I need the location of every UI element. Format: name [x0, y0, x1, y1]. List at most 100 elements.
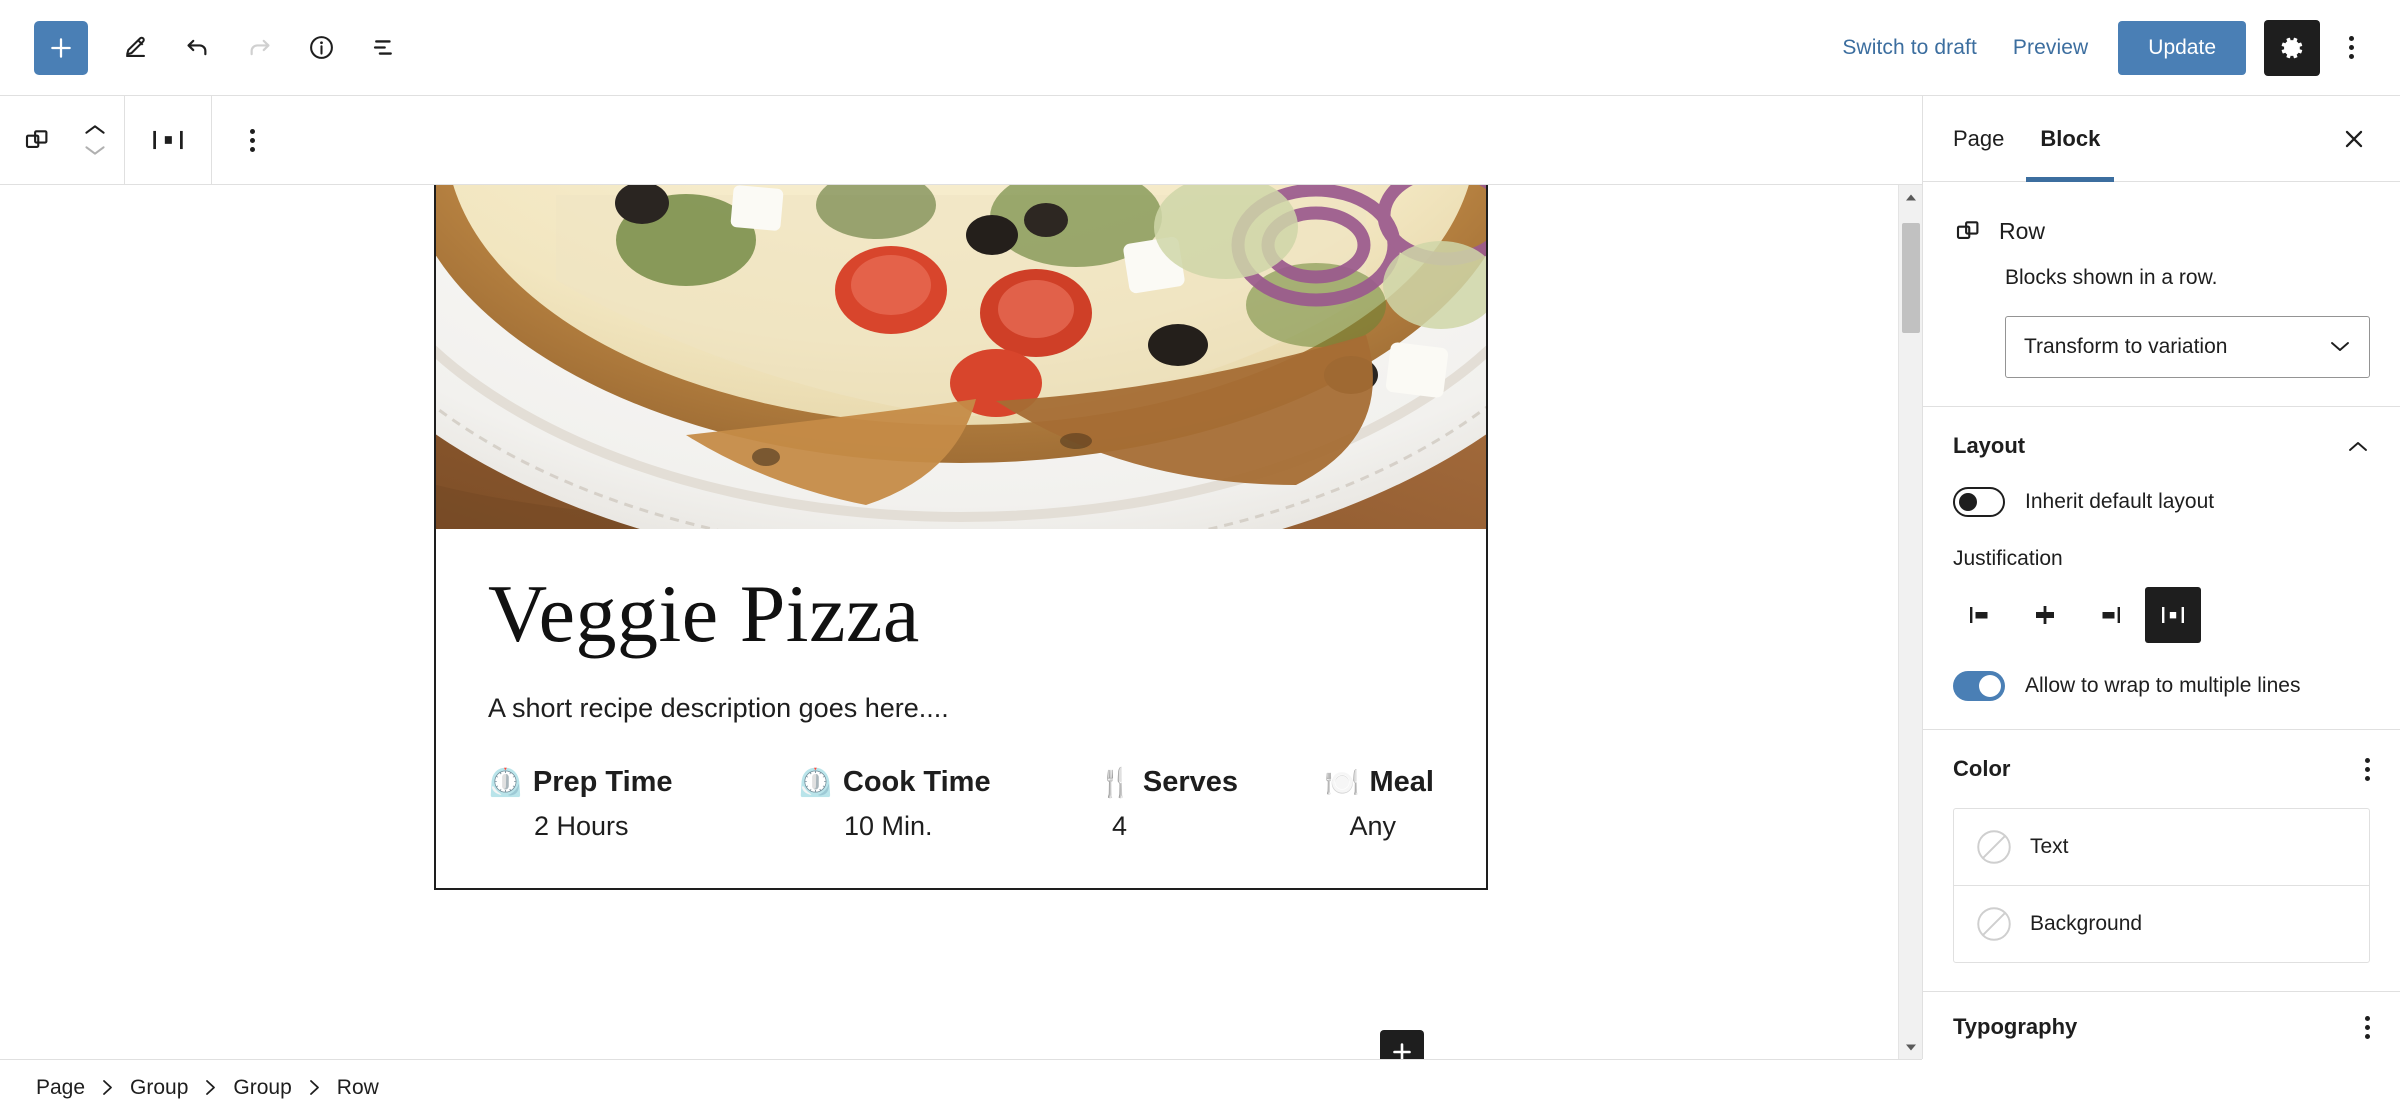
- recipe-meta-row: ⏲️ Prep Time 2 Hours ⏲️ Cook Time 10 Min…: [488, 766, 1434, 842]
- block-appender-button[interactable]: [1380, 1030, 1424, 1059]
- plate-emoji: 🍽️: [1324, 766, 1360, 798]
- tab-block[interactable]: Block: [2022, 96, 2118, 182]
- justification-button[interactable]: [125, 105, 211, 175]
- redo-icon: [250, 39, 270, 56]
- block-mover[interactable]: [66, 105, 124, 175]
- update-button[interactable]: Update: [2118, 20, 2246, 75]
- color-option-label: Background: [2030, 912, 2143, 935]
- meta-label: 🍽️ Meal: [1318, 766, 1434, 799]
- row-block-icon: [25, 130, 48, 148]
- meta-item-prep-time[interactable]: ⏲️ Prep Time 2 Hours: [488, 766, 798, 842]
- typography-options-button[interactable]: [2365, 1015, 2370, 1039]
- color-option-text[interactable]: Text: [1954, 809, 2369, 885]
- allow-wrap-row[interactable]: Allow to wrap to multiple lines: [1953, 671, 2370, 701]
- scrollbar-up-button[interactable]: [1899, 185, 1923, 209]
- undo-button[interactable]: [168, 19, 226, 77]
- justify-right-button[interactable]: [2081, 587, 2137, 643]
- transform-select-value: Transform to variation: [2024, 335, 2228, 358]
- chevron-up-icon[interactable]: [82, 122, 108, 137]
- scroll-down-icon: [1906, 1044, 1916, 1050]
- close-sidebar-button[interactable]: [2330, 115, 2378, 163]
- recipe-title[interactable]: Veggie Pizza: [488, 570, 1434, 657]
- tab-page[interactable]: Page: [1935, 96, 2022, 182]
- block-type-button[interactable]: [8, 105, 66, 175]
- scrollbar-down-button[interactable]: [1899, 1035, 1923, 1059]
- pencil-icon: [125, 36, 145, 58]
- color-section: Color Text Background: [1923, 730, 2400, 992]
- meta-item-cook-time[interactable]: ⏲️ Cook Time 10 Min.: [798, 766, 1098, 842]
- meta-value: 4: [1112, 811, 1128, 842]
- list-view-button[interactable]: [354, 19, 412, 77]
- info-icon: [309, 36, 333, 59]
- header-left-tools: [0, 19, 412, 77]
- kebab-menu-icon: [2365, 757, 2370, 781]
- chevron-right-icon: [101, 1079, 114, 1096]
- chevron-down-icon: [2329, 335, 2351, 359]
- fork-knife-emoji: 🍴: [1098, 766, 1133, 798]
- chevron-right-icon: [204, 1079, 217, 1096]
- justify-left-button[interactable]: [1953, 587, 2009, 643]
- details-info-button[interactable]: [292, 19, 350, 77]
- header-right-actions: Switch to draft Preview Update: [1824, 19, 2400, 76]
- breadcrumb-item-page[interactable]: Page: [36, 1076, 85, 1100]
- block-options-button[interactable]: [212, 105, 292, 175]
- recipe-photo[interactable]: [436, 185, 1486, 529]
- color-section-header: Color: [1953, 756, 2370, 782]
- tools-pencil-button[interactable]: [106, 19, 164, 77]
- justify-space-between-button[interactable]: [2145, 587, 2201, 643]
- allow-wrap-toggle[interactable]: [1953, 671, 2005, 701]
- justify-space-between-icon: [153, 130, 183, 150]
- meta-item-serves[interactable]: 🍴 Serves 4: [1098, 766, 1318, 842]
- editor-column: Veggie Pizza A short recipe description …: [0, 95, 1922, 1059]
- inherit-default-layout-row[interactable]: Inherit default layout: [1953, 487, 2370, 517]
- layout-section-header: Layout: [1953, 433, 2370, 459]
- recipe-description[interactable]: A short recipe description goes here....: [488, 693, 1434, 724]
- meta-label: 🍴 Serves: [1098, 766, 1318, 799]
- add-block-inserter-button[interactable]: [34, 20, 88, 75]
- list-view-icon: [373, 40, 392, 55]
- meta-item-meal[interactable]: 🍽️ Meal Any: [1318, 766, 1434, 842]
- kebab-menu-icon: [2348, 36, 2354, 59]
- scrollbar-thumb[interactable]: [1902, 223, 1920, 333]
- editor-scrollbar[interactable]: [1898, 185, 1922, 1059]
- redo-button[interactable]: [230, 19, 288, 77]
- color-option-label: Text: [2030, 835, 2069, 858]
- recipe-card-body: Veggie Pizza A short recipe description …: [436, 529, 1486, 888]
- inherit-default-layout-toggle[interactable]: [1953, 487, 2005, 517]
- typography-section: Typography: [1923, 992, 2400, 1059]
- none-circle-icon: [1977, 907, 2011, 941]
- typography-section-header: Typography: [1953, 1014, 2370, 1040]
- chevron-down-icon[interactable]: [82, 143, 108, 158]
- more-options-button[interactable]: [2326, 20, 2376, 76]
- color-title: Color: [1953, 756, 2011, 781]
- justify-center-button[interactable]: [2017, 587, 2073, 643]
- wordpress-block-editor: Switch to draft Preview Update Veggie Pi…: [0, 0, 2400, 1115]
- layout-collapse-button[interactable]: [2346, 439, 2370, 454]
- breadcrumb-item-group-2[interactable]: Group: [233, 1076, 291, 1100]
- undo-icon: [186, 39, 206, 56]
- chevron-right-icon: [308, 1079, 321, 1096]
- meta-label: ⏲️ Prep Time: [488, 766, 798, 799]
- inherit-default-layout-label: Inherit default layout: [2025, 490, 2215, 513]
- layout-section: Layout Inherit default layout Justificat…: [1923, 407, 2400, 730]
- veggie-pizza-image: [436, 185, 1486, 529]
- breadcrumb-item-group-1[interactable]: Group: [130, 1076, 188, 1100]
- preview-button[interactable]: Preview: [1995, 22, 2106, 74]
- color-options-button[interactable]: [2365, 757, 2370, 781]
- settings-sidebar: Page Block Row Blocks shown in a row. Tr…: [1922, 96, 2400, 1059]
- chevron-up-icon: [2349, 441, 2367, 451]
- recipe-card-row-block[interactable]: Veggie Pizza A short recipe description …: [434, 185, 1488, 891]
- settings-button[interactable]: [2264, 19, 2320, 76]
- meta-label-text: Prep Time: [532, 766, 673, 799]
- breadcrumb-item-row[interactable]: Row: [337, 1076, 379, 1100]
- block-toolbar-options-group: [212, 96, 292, 185]
- color-options-list: Text Background: [1953, 808, 2370, 963]
- meta-value: 2 Hours: [534, 811, 629, 842]
- row-block-icon: [1956, 221, 1979, 239]
- switch-to-draft-button[interactable]: Switch to draft: [1824, 22, 1995, 74]
- transform-to-variation-select[interactable]: Transform to variation: [2005, 316, 2370, 378]
- editor-header: Switch to draft Preview Update: [0, 0, 2400, 96]
- justification-options: [1953, 587, 2370, 643]
- color-option-background[interactable]: Background: [1954, 885, 2369, 962]
- justify-right-icon: [2102, 607, 2120, 623]
